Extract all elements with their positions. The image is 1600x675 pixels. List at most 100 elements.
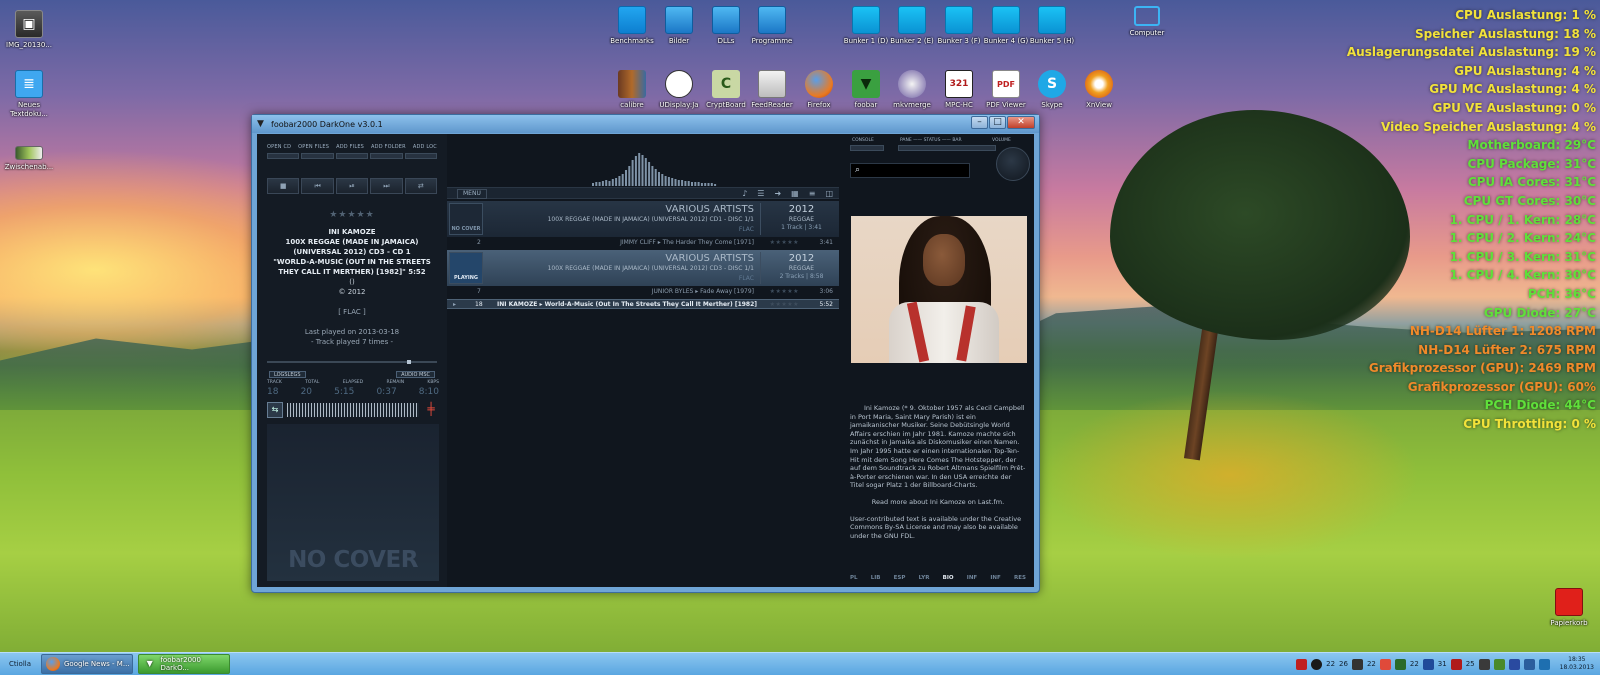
desktop-icon-text-document[interactable]: ≣ Neues Textdoku... xyxy=(0,70,58,119)
panel-tabs: PL LIB ESP LYR BIO INF INF RES xyxy=(850,575,1026,581)
next-button[interactable]: ⏭ xyxy=(370,178,403,194)
stat-kbps: 8:10 xyxy=(418,387,439,397)
window-titlebar[interactable]: ▼ foobar2000 DarkOne v3.0.1 xyxy=(252,115,1039,133)
maximize-button[interactable]: □ xyxy=(989,116,1006,129)
playlist-row-selected[interactable]: ▸ 18 INI KAMOZE ▸ World-A-Music (Out In … xyxy=(447,299,839,309)
tray-temp[interactable]: 22 xyxy=(1367,660,1376,668)
arrow-right-icon[interactable]: ➜ xyxy=(774,188,781,199)
tray-monitor-icon[interactable] xyxy=(1351,658,1363,670)
clock[interactable]: 18:35 18.03.2013 xyxy=(1560,656,1594,672)
vu-toggle-icon[interactable]: ⇆ xyxy=(267,402,283,418)
seek-bar[interactable] xyxy=(267,360,437,364)
tray-temp[interactable]: 22 xyxy=(1410,660,1419,668)
start-button[interactable]: Ctiolla xyxy=(0,653,40,675)
group-format: FLAC xyxy=(738,226,754,233)
tray-temp[interactable]: 22 xyxy=(1326,660,1335,668)
audio-msc-button[interactable]: AUDIO MSC xyxy=(396,371,435,378)
volume-icon[interactable] xyxy=(1523,658,1535,670)
desktop-drive-5[interactable]: Bunker 5 (H) xyxy=(1023,6,1081,46)
mkvmerge-icon xyxy=(898,70,926,98)
add-folder-button[interactable] xyxy=(370,153,403,159)
row-rating[interactable]: ★★★★★ xyxy=(770,239,799,246)
group-separator xyxy=(760,203,761,235)
desktop-computer[interactable]: Computer xyxy=(1118,6,1176,38)
sensor-reading: 1. CPU / 2. Kern: 24°C xyxy=(1449,231,1596,246)
desktop-folder-programme[interactable]: Programme xyxy=(743,6,801,46)
tray-app-icon[interactable] xyxy=(1394,658,1406,670)
playlist-group-2[interactable]: PLAYING VARIOUS ARTISTS 100X REGGAE (MAD… xyxy=(447,250,839,286)
open-files-label: OPEN FILES xyxy=(298,144,330,150)
tab-esp[interactable]: ESP xyxy=(894,575,906,581)
desktop-recycle-bin[interactable]: Papierkorb xyxy=(1540,588,1598,628)
desktop-app-xnview[interactable]: XnView xyxy=(1070,70,1128,110)
sensor-reading: NH-D14 Lüfter 1: 1208 RPM xyxy=(1409,324,1596,339)
menu-button[interactable]: MENU xyxy=(457,189,487,199)
random-button[interactable]: ⇄ xyxy=(404,178,438,194)
group-count: 2 Tracks | 8:58 xyxy=(779,273,824,280)
list-icon[interactable]: ☰ xyxy=(757,188,764,199)
tray-app-icon[interactable] xyxy=(1422,658,1434,670)
spectrum-bar xyxy=(615,178,618,186)
open-files-button[interactable] xyxy=(301,153,334,159)
drive-icon xyxy=(945,6,973,34)
add-loc-button[interactable] xyxy=(404,153,438,159)
tab-pl[interactable]: PL xyxy=(850,575,858,581)
desktop-icon-clipboard[interactable]: Zwischenab... xyxy=(0,146,58,172)
console-button[interactable] xyxy=(850,145,884,151)
play-pause-button[interactable]: ⏯ xyxy=(335,178,369,194)
group-artist: VARIOUS ARTISTS xyxy=(665,253,754,264)
tab-lib[interactable]: LIB xyxy=(871,575,881,581)
window-icon[interactable]: ◫ xyxy=(825,188,833,199)
open-cd-button[interactable] xyxy=(267,153,300,159)
stop-button[interactable]: ■ xyxy=(267,178,300,194)
row-rating[interactable]: ★★★★★ xyxy=(770,288,799,295)
add-files-button[interactable] xyxy=(335,153,369,159)
tray-temp[interactable]: 26 xyxy=(1339,660,1348,668)
tray-temp[interactable]: 25 xyxy=(1466,660,1475,668)
minimize-button[interactable]: – xyxy=(971,116,988,129)
tab-inf[interactable]: INF xyxy=(967,575,977,581)
row-rating[interactable]: ★★★★★ xyxy=(770,301,799,308)
spectrum-bar xyxy=(618,176,621,186)
tray-network-icon[interactable] xyxy=(1478,658,1490,670)
group-genre: REGGAE xyxy=(788,216,815,223)
tab-res[interactable]: RES xyxy=(1014,575,1026,581)
firefox-icon xyxy=(805,70,833,98)
previous-button[interactable]: ⏮ xyxy=(301,178,334,194)
desktop-icon-image[interactable]: ▣ IMG_20130... xyxy=(0,10,58,50)
volume-label: VOLUME xyxy=(992,138,1011,143)
taskbar-button-firefox[interactable]: Google News - M... xyxy=(41,654,133,674)
sensor-reading: 1. CPU / 4. Kern: 30°C xyxy=(1449,268,1596,283)
music-note-icon[interactable]: ♪ xyxy=(742,188,747,199)
tray-app-icon[interactable] xyxy=(1450,658,1462,670)
tray-green-icon[interactable] xyxy=(1311,658,1323,670)
monitor-icon[interactable] xyxy=(1538,658,1550,670)
group-year: 2012 xyxy=(788,253,815,264)
search-input[interactable]: ⌕ xyxy=(850,163,970,178)
volume-knob[interactable] xyxy=(996,147,1030,181)
seek-knob[interactable] xyxy=(407,360,411,364)
grid-icon[interactable]: ▦ xyxy=(791,188,799,199)
logslegs-button[interactable]: LOGSLEGS xyxy=(269,371,306,378)
track-number: 18 xyxy=(475,301,483,308)
tray-app-icon[interactable] xyxy=(1296,658,1308,670)
close-button[interactable]: ✕ xyxy=(1007,116,1035,129)
tray-app-icon[interactable] xyxy=(1493,658,1505,670)
pane-status-bar-button[interactable] xyxy=(898,145,996,151)
track-rating[interactable]: ★★★★★ xyxy=(257,210,447,220)
playlist-row[interactable]: 2 JIMMY CLIFF ▸ The Harder They Come [19… xyxy=(447,238,839,248)
tab-lyr[interactable]: LYR xyxy=(919,575,930,581)
drive-icon xyxy=(852,6,880,34)
tab-inf-2[interactable]: INF xyxy=(990,575,1000,581)
taskbar-button-foobar[interactable]: ▼ foobar2000 DarkO... xyxy=(138,654,230,674)
details-icon[interactable]: ≡ xyxy=(809,188,816,199)
playlist-group-1[interactable]: NO COVER VARIOUS ARTISTS 100X REGGAE (MA… xyxy=(447,201,839,237)
lastfm-link[interactable]: Read more about Ini Kamoze on Last.fm. xyxy=(850,498,1026,507)
sensor-reading: GPU Auslastung: 4 % xyxy=(1454,63,1596,78)
playlist-row[interactable]: 7 JUNIOR BYLES ▸ Fade Away [1979] ★★★★★ … xyxy=(447,287,839,297)
flag-icon[interactable] xyxy=(1508,658,1520,670)
tab-bio[interactable]: BIO xyxy=(943,575,954,581)
tray-temp[interactable]: 31 xyxy=(1438,660,1447,668)
spectrum-bar xyxy=(697,182,700,186)
tray-app-icon[interactable] xyxy=(1379,658,1391,670)
